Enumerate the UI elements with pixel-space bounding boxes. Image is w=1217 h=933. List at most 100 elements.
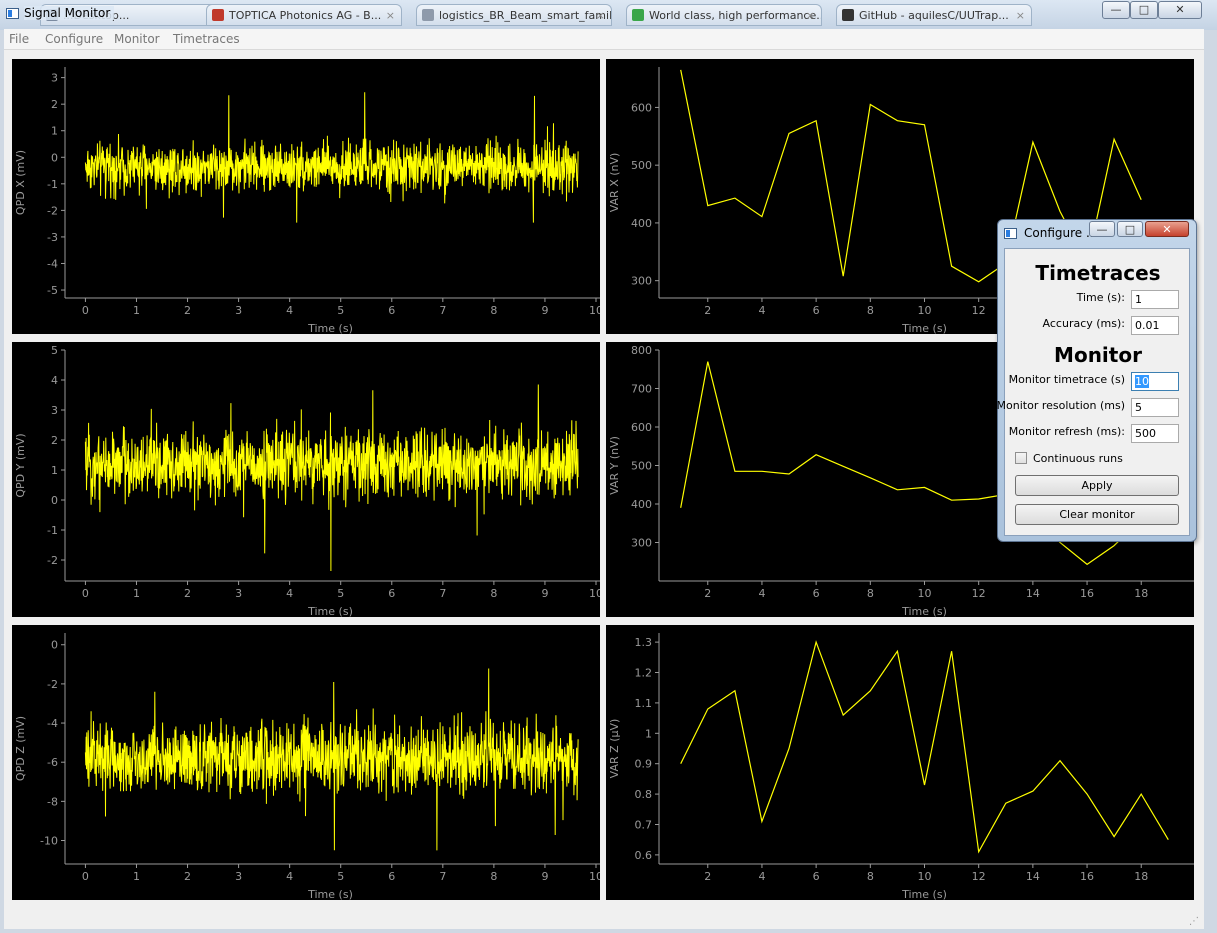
x-tick-label: 4 bbox=[758, 304, 765, 317]
qpd-y-chart: -2 -1 0 1 2 3 4 5 0 1 2 3 4 5 6 7 8 9 10 Time (s) QPD Y (mV) bbox=[14, 344, 600, 617]
y-tick-label: 0.6 bbox=[635, 849, 653, 862]
x-tick-label: 8 bbox=[867, 870, 874, 883]
accuracy-label: Accuracy (ms): bbox=[1042, 317, 1125, 330]
x-tick-label: 2 bbox=[704, 870, 711, 883]
x-tick-label: 4 bbox=[286, 870, 293, 883]
x-tick-label: 7 bbox=[439, 304, 446, 317]
y-tick-label: 1 bbox=[51, 125, 58, 138]
y-tick-label: 1.3 bbox=[635, 636, 653, 649]
y-tick-label: 400 bbox=[631, 498, 652, 511]
y-tick-label: 0 bbox=[51, 494, 58, 507]
timetraces-heading: Timetraces bbox=[1035, 261, 1161, 285]
time-label: Time (s): bbox=[1076, 291, 1125, 304]
y-tick-label: -5 bbox=[47, 284, 58, 297]
y-tick-label: 1 bbox=[51, 464, 58, 477]
y-tick-label: -4 bbox=[47, 717, 58, 730]
y-tick-label: -3 bbox=[47, 231, 58, 244]
y-tick-label: -1 bbox=[47, 178, 58, 191]
time-input[interactable]: 1 bbox=[1131, 290, 1179, 309]
selected-text: 10 bbox=[1135, 375, 1149, 388]
x-axis-label: Time (s) bbox=[307, 605, 353, 617]
y-tick-label: 1.2 bbox=[635, 667, 653, 680]
series-line bbox=[84, 384, 579, 572]
x-tick-label: 10 bbox=[589, 587, 600, 600]
var-z-plot[interactable]: 0.6 0.7 0.8 0.9 1 1.1 1.2 1.3 2 4 6 8 10 12 14 16 18 Time… bbox=[606, 625, 1194, 900]
var-z-chart: 0.6 0.7 0.8 0.9 1 1.1 1.2 1.3 2 4 6 8 10 12 14 16 18 Time… bbox=[608, 633, 1194, 900]
y-tick-label: 400 bbox=[631, 217, 652, 230]
x-tick-label: 2 bbox=[704, 304, 711, 317]
dialog-minimize-button[interactable]: — bbox=[1089, 221, 1115, 237]
y-tick-label: -6 bbox=[47, 756, 58, 769]
y-tick-label: 1 bbox=[645, 727, 652, 740]
maximize-button[interactable]: □ bbox=[1130, 1, 1158, 19]
x-tick-label: 9 bbox=[541, 587, 548, 600]
monitor-resolution-input[interactable]: 5 bbox=[1131, 398, 1179, 417]
qpd-x-chart: -5 -4 -3 -2 -1 0 1 2 3 0 1 2 3 4 5 6 7 8 9 10 Time (s) QPD X … bbox=[14, 67, 600, 334]
x-tick-label: 9 bbox=[541, 304, 548, 317]
minimize-button[interactable]: — bbox=[1102, 1, 1130, 19]
x-tick-label: 10 bbox=[918, 587, 932, 600]
x-tick-label: 16 bbox=[1080, 870, 1094, 883]
x-tick-label: 8 bbox=[867, 587, 874, 600]
window-icon bbox=[6, 8, 19, 19]
menu-timetraces[interactable]: Timetraces bbox=[173, 32, 240, 46]
x-tick-label: 3 bbox=[235, 304, 242, 317]
x-tick-label: 5 bbox=[337, 587, 344, 600]
x-tick-label: 8 bbox=[490, 587, 497, 600]
y-tick-label: 0.8 bbox=[635, 788, 653, 801]
y-tick-label: 3 bbox=[51, 404, 58, 417]
x-axis-label: Time (s) bbox=[901, 605, 947, 617]
y-tick-label: 300 bbox=[631, 537, 652, 550]
menu-monitor[interactable]: Monitor bbox=[114, 32, 160, 46]
y-tick-label: -8 bbox=[47, 795, 58, 808]
dialog-maximize-button[interactable]: □ bbox=[1117, 221, 1143, 237]
dialog-close-button[interactable]: ✕ bbox=[1145, 221, 1189, 237]
x-axis-label: Time (s) bbox=[307, 322, 353, 334]
x-axis-label: Time (s) bbox=[901, 888, 947, 900]
y-tick-label: 300 bbox=[631, 275, 652, 288]
dialog-title: Configure ... bbox=[1024, 226, 1098, 240]
y-tick-label: 2 bbox=[51, 98, 58, 111]
y-axis-label: VAR Y (nV) bbox=[608, 436, 621, 495]
continuous-runs-label[interactable]: Continuous runs bbox=[1033, 452, 1123, 465]
monitor-refresh-input[interactable]: 500 bbox=[1131, 424, 1179, 443]
x-tick-label: 5 bbox=[337, 870, 344, 883]
y-tick-label: 0 bbox=[51, 639, 58, 652]
x-tick-label: 6 bbox=[813, 304, 820, 317]
x-axis-label: Time (s) bbox=[307, 888, 353, 900]
resize-grip[interactable]: ⋰ bbox=[1189, 916, 1199, 927]
monitor-timetrace-input[interactable]: 10 bbox=[1131, 372, 1179, 391]
y-tick-label: 700 bbox=[631, 383, 652, 396]
x-tick-label: 2 bbox=[704, 587, 711, 600]
y-tick-label: 600 bbox=[631, 101, 652, 114]
y-tick-label: -2 bbox=[47, 204, 58, 217]
qpd-y-plot[interactable]: -2 -1 0 1 2 3 4 5 0 1 2 3 4 5 6 7 8 9 10 Time (s) QPD Y (mV) bbox=[12, 342, 600, 617]
x-tick-label: 14 bbox=[1026, 587, 1040, 600]
x-tick-label: 0 bbox=[82, 304, 89, 317]
dialog-body: Timetraces Time (s): 1 Accuracy (ms): 0.… bbox=[997, 248, 1190, 536]
window-title: Signal Monitor bbox=[24, 6, 115, 20]
x-tick-label: 4 bbox=[286, 304, 293, 317]
menu-configure[interactable]: Configure bbox=[45, 32, 103, 46]
y-tick-label: -1 bbox=[47, 524, 58, 537]
y-tick-label: 0 bbox=[51, 151, 58, 164]
x-tick-label: 4 bbox=[758, 587, 765, 600]
qpd-z-plot[interactable]: 0 -2 -4 -6 -8 -10 0 1 2 3 4 5 6 7 8 9 10 Time (s) QPD Z (m… bbox=[12, 625, 600, 900]
accuracy-input[interactable]: 0.01 bbox=[1131, 316, 1179, 335]
x-tick-label: 6 bbox=[813, 587, 820, 600]
y-tick-label: 500 bbox=[631, 159, 652, 172]
title-bar[interactable]: Signal Monitor — □ ✕ bbox=[0, 0, 1217, 28]
x-tick-label: 10 bbox=[589, 870, 600, 883]
close-button[interactable]: ✕ bbox=[1158, 1, 1202, 19]
continuous-runs-checkbox[interactable] bbox=[1015, 452, 1027, 464]
qpd-x-plot[interactable]: -5 -4 -3 -2 -1 0 1 2 3 0 1 2 3 4 5 6 7 8 9 10 Time (s) QPD X … bbox=[12, 59, 600, 334]
apply-button[interactable]: Apply bbox=[1015, 475, 1179, 496]
clear-monitor-button[interactable]: Clear monitor bbox=[1015, 504, 1179, 525]
x-tick-label: 8 bbox=[490, 304, 497, 317]
y-tick-label: -2 bbox=[47, 554, 58, 567]
x-tick-label: 4 bbox=[758, 870, 765, 883]
menu-file[interactable]: File bbox=[9, 32, 29, 46]
monitor-resolution-label: Monitor resolution (ms) bbox=[996, 399, 1125, 412]
y-tick-label: 4 bbox=[51, 374, 58, 387]
configure-dialog: Configure ... — □ ✕ Timetraces Time (s):… bbox=[997, 219, 1197, 542]
